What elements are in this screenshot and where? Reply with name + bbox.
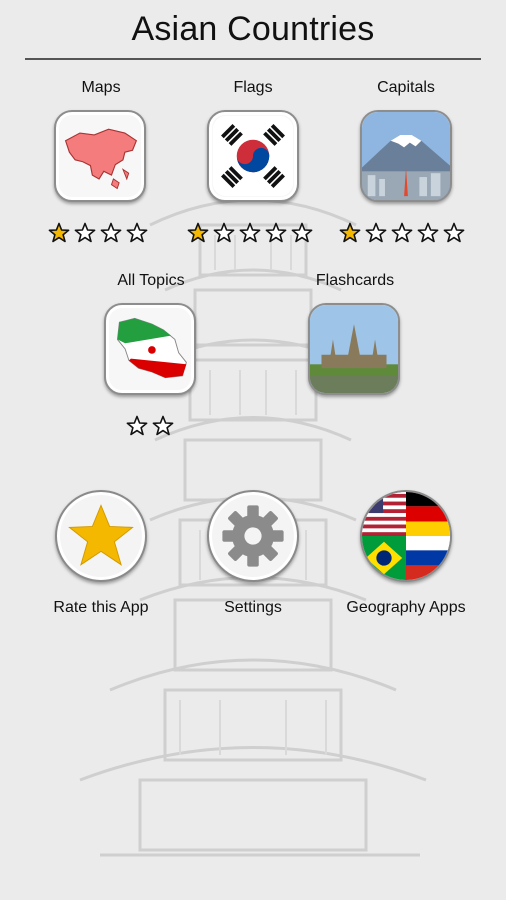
flags-stars — [187, 222, 313, 244]
gear-icon — [222, 505, 284, 567]
star-empty-icon — [239, 222, 261, 243]
star-icon — [68, 504, 134, 566]
star-empty-icon — [100, 222, 122, 243]
geography-apps-label: Geography Apps — [346, 599, 466, 616]
page-title: Asian Countries — [131, 10, 375, 48]
angkor-wat-icon — [310, 305, 398, 393]
star-filled-icon — [187, 222, 209, 243]
star-empty-icon — [152, 415, 174, 436]
capitals-button[interactable] — [360, 110, 452, 202]
all-topics-button[interactable] — [104, 303, 196, 395]
maps-button[interactable] — [54, 110, 146, 202]
star-filled-icon — [339, 222, 361, 243]
all-topics-stars — [126, 415, 174, 437]
asia-map-icon — [64, 128, 138, 190]
world-flags-icon — [362, 492, 450, 580]
settings-label: Settings — [224, 599, 282, 616]
star-filled-icon — [48, 222, 70, 243]
korea-flag-icon — [212, 115, 294, 197]
title-divider — [25, 58, 481, 60]
star-empty-icon — [213, 222, 235, 243]
star-empty-icon — [265, 222, 287, 243]
capitals-label: Capitals — [377, 79, 435, 96]
settings-button[interactable] — [207, 490, 299, 582]
star-empty-icon — [417, 222, 439, 243]
star-empty-icon — [74, 222, 96, 243]
maps-label: Maps — [81, 79, 121, 96]
tokyo-skyline-icon — [362, 112, 450, 200]
star-empty-icon — [291, 222, 313, 243]
capitals-stars — [339, 222, 465, 244]
flashcards-label: Flashcards — [315, 272, 395, 289]
star-empty-icon — [365, 222, 387, 243]
flashcards-button[interactable] — [308, 303, 400, 395]
iran-map-icon — [116, 317, 187, 379]
star-empty-icon — [126, 222, 148, 243]
rate-app-button[interactable] — [55, 490, 147, 582]
geography-apps-button[interactable] — [360, 490, 452, 582]
star-empty-icon — [126, 415, 148, 436]
star-empty-icon — [391, 222, 413, 243]
star-empty-icon — [443, 222, 465, 243]
flags-button[interactable] — [207, 110, 299, 202]
flags-label: Flags — [233, 79, 273, 96]
all-topics-label: All Topics — [117, 272, 185, 289]
maps-stars — [48, 222, 148, 244]
rate-app-label: Rate this App — [53, 599, 149, 616]
